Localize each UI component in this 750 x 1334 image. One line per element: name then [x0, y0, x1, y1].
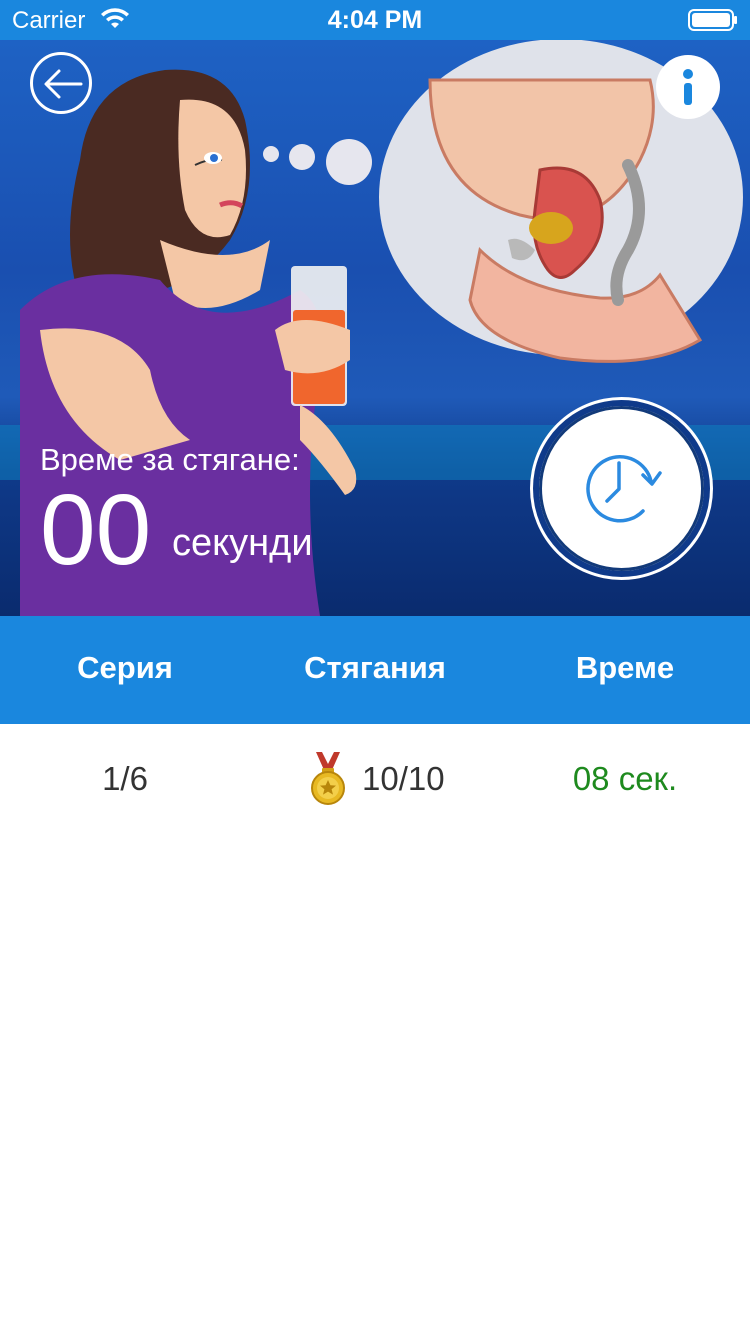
info-button[interactable]: [656, 55, 720, 119]
time-cell: 08 сек.: [572, 760, 678, 797]
column-header-time: Време: [575, 650, 675, 685]
timer-value: 00: [40, 474, 152, 586]
back-button[interactable]: [30, 52, 92, 114]
status-time: 4:04 PM: [327, 6, 423, 34]
info-icon: [683, 69, 693, 105]
table-header: Серия Стягания Време: [0, 616, 750, 724]
table-row[interactable]: 1/6 10/10 08 сек.: [0, 724, 750, 832]
series-cell: 1/6: [102, 760, 148, 797]
arrow-left-icon: [44, 69, 83, 99]
contractions-cell: 10/10: [362, 760, 445, 797]
clock-restart-icon: [586, 455, 662, 523]
battery-icon: [688, 9, 737, 31]
restart-timer-button[interactable]: [533, 400, 710, 577]
timer-unit: секунди: [172, 522, 313, 564]
hero-illustration: Време за стягане: 00 секунди: [0, 40, 750, 616]
status-bar: Carrier 4:04 PM: [0, 0, 750, 40]
medal-icon: [311, 752, 345, 805]
timer-label: Време за стягане:: [40, 442, 300, 477]
column-header-series: Серия: [77, 650, 173, 685]
column-header-contractions: Стягания: [304, 650, 446, 685]
